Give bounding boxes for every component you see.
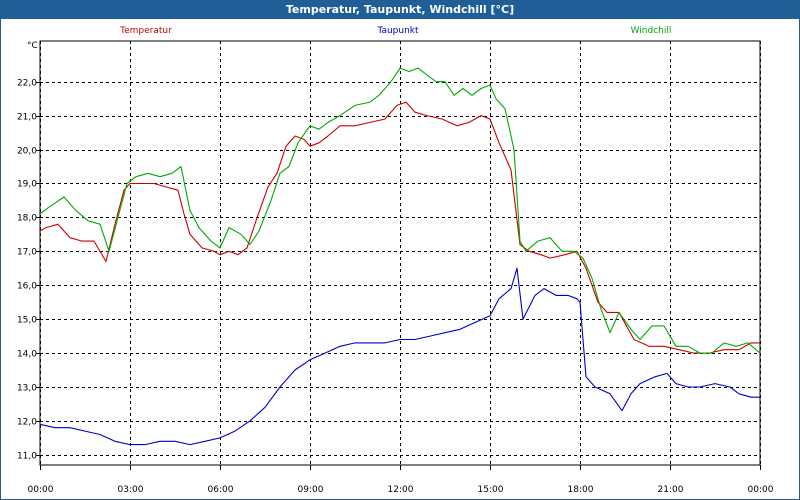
x-tick-time-label: 21:00 — [658, 485, 684, 495]
y-tick-label: 14,0 — [17, 350, 37, 360]
y-tick-label: 18,0 — [17, 214, 37, 224]
window-title: Temperatur, Taupunkt, Windchill [°C] — [1, 1, 799, 19]
y-tick-label: 20,0 — [17, 147, 37, 157]
legend-temperatur: Temperatur — [119, 26, 172, 36]
y-tick-label: 22,0 — [17, 79, 37, 89]
x-tick-time-label: 00:00 — [28, 485, 54, 495]
y-tick-label: 15,0 — [17, 316, 37, 326]
y-axis-label: °C — [27, 41, 38, 51]
y-tick-label: 21,0 — [17, 113, 37, 123]
y-tick-label: 17,0 — [17, 248, 37, 258]
y-tick-label: 11,0 — [17, 452, 37, 462]
y-tick-label: 19,0 — [17, 180, 37, 190]
legend-windchill: Windchill — [631, 26, 672, 36]
chart-window: Temperatur, Taupunkt, Windchill [°C] Tem… — [0, 0, 800, 500]
legend-taupunkt: Taupunkt — [376, 26, 419, 36]
x-tick-time-label: 18:00 — [568, 485, 594, 495]
x-tick-time-label: 00:00 — [748, 485, 774, 495]
x-tick-time-label: 06:00 — [208, 485, 234, 495]
x-tick-time-label: 09:00 — [298, 485, 324, 495]
y-tick-label: 16,0 — [17, 282, 37, 292]
line-chart: Temperatur Taupunkt Windchill 22,0 21,0 20,0… — [17, 26, 774, 495]
y-tick-label: 12,0 — [17, 418, 37, 428]
x-tick-time-label: 03:00 — [118, 485, 144, 495]
x-tick-time-label: 15:00 — [478, 485, 504, 495]
x-tick-time-label: 12:00 — [388, 485, 414, 495]
y-tick-label: 13,0 — [17, 384, 37, 394]
